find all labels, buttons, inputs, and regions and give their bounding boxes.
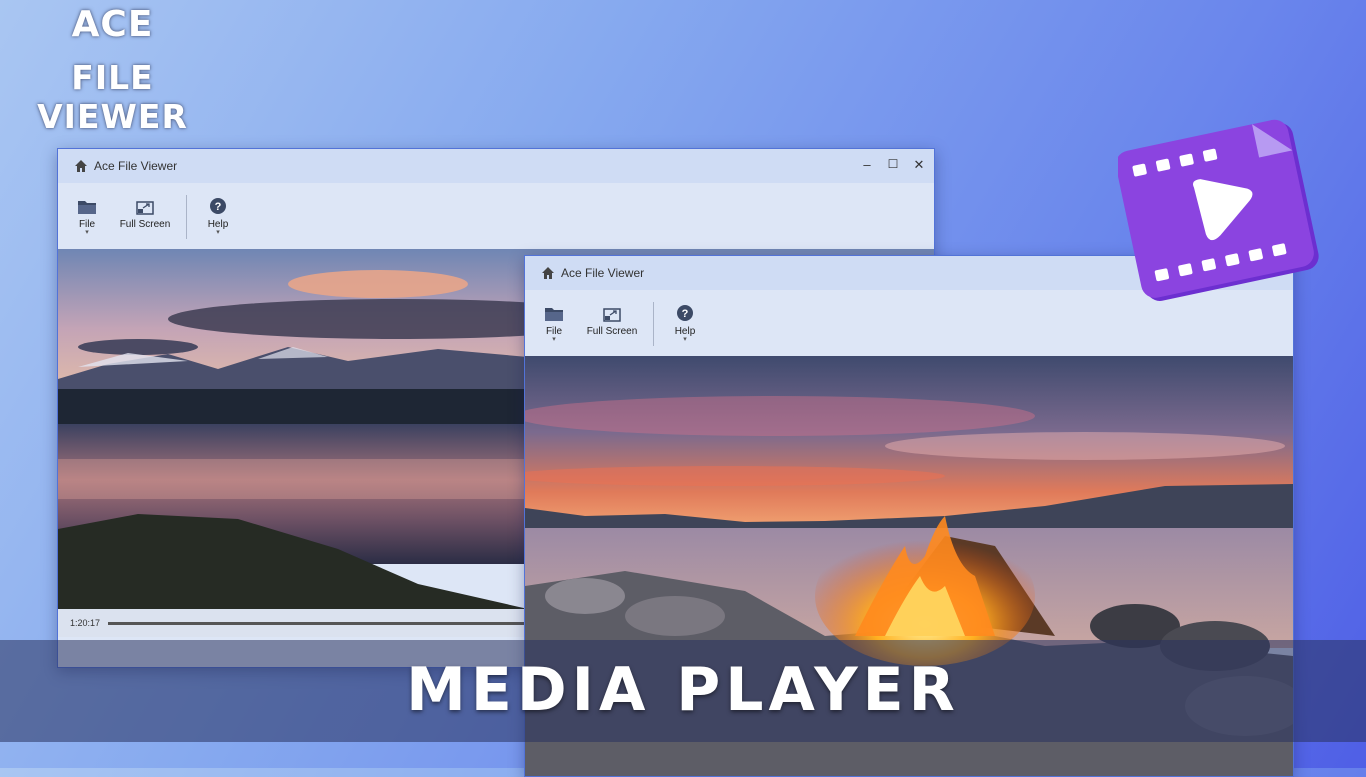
toolbar: File ▾ Full Screen ? Help ▾ xyxy=(58,183,934,249)
help-menu-button[interactable]: ? Help ▾ xyxy=(670,300,700,343)
toolbar-divider xyxy=(653,302,654,346)
svg-text:?: ? xyxy=(682,308,689,320)
folder-icon xyxy=(545,308,563,321)
home-icon xyxy=(75,160,87,172)
playback-timestamp: 1:20:17 xyxy=(70,618,101,628)
chevron-down-icon: ▾ xyxy=(85,229,89,236)
promo-banner-title: MEDIA PLAYER xyxy=(406,655,960,725)
fullscreen-label: Full Screen xyxy=(586,326,638,337)
fullscreen-label: Full Screen xyxy=(119,219,171,230)
help-icon: ? xyxy=(210,198,226,214)
title-bar[interactable]: Ace File Viewer – ☐ ✕ xyxy=(58,149,934,183)
maximize-button[interactable]: ☐ xyxy=(882,157,904,171)
file-menu-button[interactable]: File ▾ xyxy=(539,300,569,343)
window-title: Ace File Viewer xyxy=(94,159,178,173)
fullscreen-icon xyxy=(603,308,621,322)
chevron-down-icon: ▾ xyxy=(552,336,556,343)
home-icon xyxy=(542,267,554,279)
svg-text:?: ? xyxy=(215,201,222,213)
toolbar-divider xyxy=(186,195,187,239)
help-icon: ? xyxy=(677,305,693,321)
brand-title-line1: ACE xyxy=(71,4,154,45)
brand-title-line2: FILE VIEWER xyxy=(37,58,188,136)
minimize-button[interactable]: – xyxy=(856,157,878,172)
close-button[interactable]: ✕ xyxy=(908,157,930,173)
fullscreen-button[interactable]: Full Screen xyxy=(118,193,172,230)
chevron-down-icon: ▾ xyxy=(216,229,220,236)
fullscreen-button[interactable]: Full Screen xyxy=(585,300,639,337)
video-file-icon xyxy=(1118,119,1319,301)
window-title: Ace File Viewer xyxy=(561,266,645,280)
fullscreen-icon xyxy=(136,201,154,215)
chevron-down-icon: ▾ xyxy=(683,336,687,343)
folder-icon xyxy=(78,201,96,214)
help-menu-button[interactable]: ? Help ▾ xyxy=(203,193,233,236)
file-menu-button[interactable]: File ▾ xyxy=(72,193,102,236)
